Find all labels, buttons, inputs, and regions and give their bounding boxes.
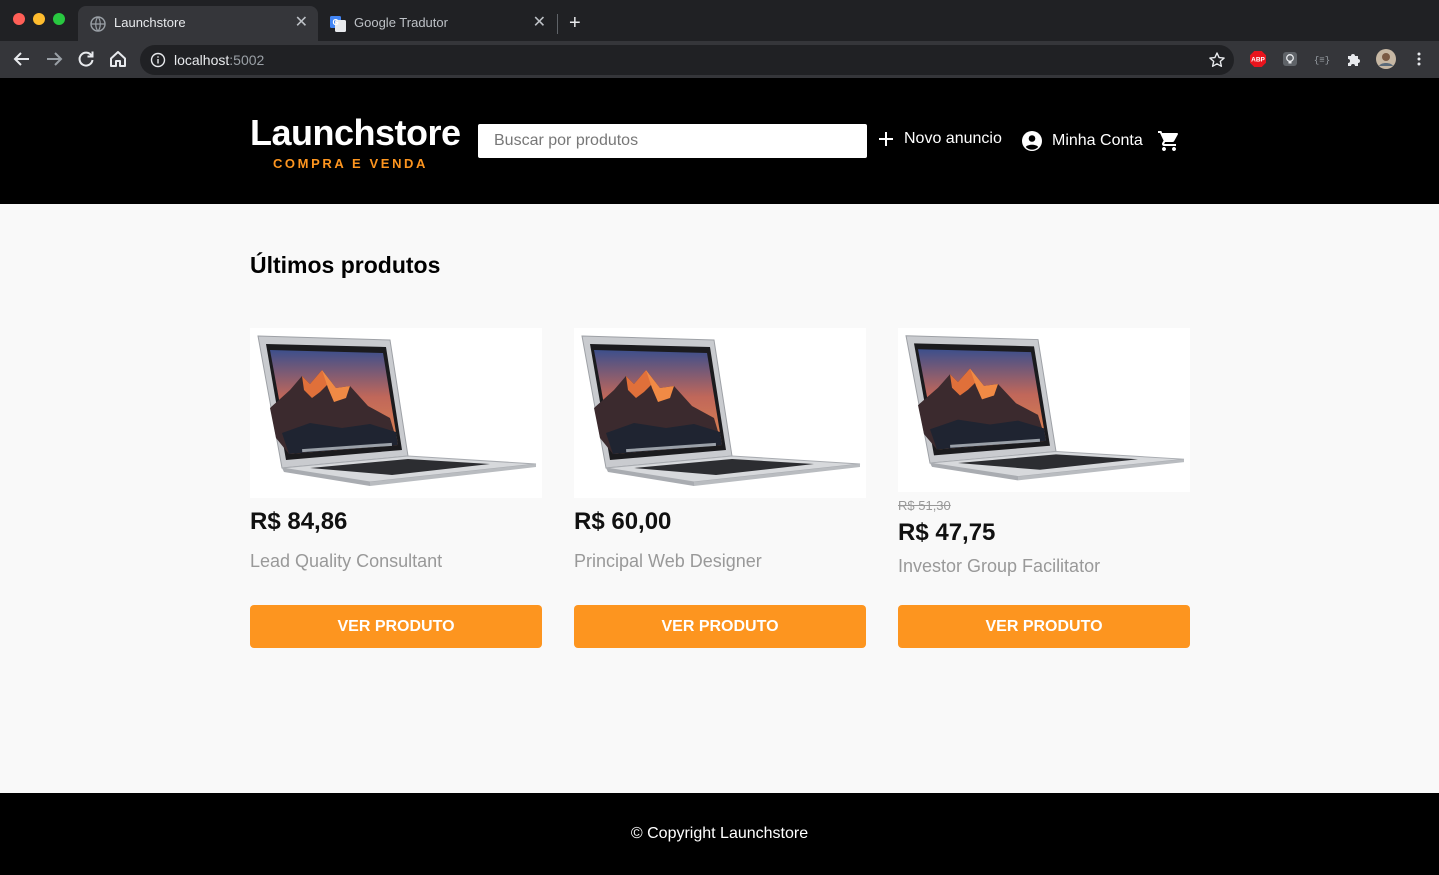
view-product-button[interactable]: Ver produto bbox=[574, 605, 866, 648]
my-account-link[interactable]: Minha Conta bbox=[1021, 130, 1143, 152]
new-ad-link[interactable]: Novo anuncio bbox=[877, 130, 1002, 148]
maximize-window-button[interactable] bbox=[53, 13, 65, 25]
product-name: Investor Group Facilitator bbox=[898, 556, 1101, 576]
view-product-button[interactable]: Ver produto bbox=[250, 605, 542, 648]
logo[interactable]: Launchstore COMPRA E VENDA bbox=[250, 112, 461, 171]
minimize-window-button[interactable] bbox=[33, 13, 45, 25]
google-translate-icon: G bbox=[330, 16, 346, 32]
lightbulb-extension-icon[interactable] bbox=[1281, 50, 1299, 68]
product-card[interactable]: R$ 51,30 R$ 47,75 Investor Group Facilit… bbox=[898, 328, 1190, 577]
site-header: Launchstore COMPRA E VENDA Novo anuncio … bbox=[0, 78, 1439, 204]
product-card[interactable]: R$ 60,00 Principal Web Designer bbox=[574, 328, 866, 572]
shopping-cart-icon[interactable] bbox=[1157, 129, 1181, 153]
tab-close-icon[interactable]: ✕ bbox=[533, 14, 546, 32]
product-name: Principal Web Designer bbox=[574, 551, 762, 571]
logo-title: Launchstore bbox=[250, 112, 461, 153]
profile-avatar[interactable] bbox=[1376, 49, 1396, 69]
account-circle-icon bbox=[1022, 131, 1042, 151]
reload-icon[interactable] bbox=[76, 49, 96, 69]
view-product-button[interactable]: Ver produto bbox=[898, 605, 1190, 648]
back-arrow-icon[interactable] bbox=[12, 49, 32, 69]
bookmark-star-icon[interactable] bbox=[1208, 51, 1226, 69]
logo-subtitle: COMPRA E VENDA bbox=[272, 156, 429, 171]
svg-text:G: G bbox=[333, 18, 339, 27]
product-name: Lead Quality Consultant bbox=[250, 551, 443, 571]
product-image[interactable] bbox=[250, 328, 542, 498]
svg-text:{≡}: {≡} bbox=[1314, 56, 1330, 66]
tab-title: Launchstore bbox=[114, 15, 186, 30]
new-ad-label: Novo anuncio bbox=[904, 130, 1002, 147]
browser-chrome: Launchstore ✕ G Google Tradutor ✕ + loca… bbox=[0, 0, 1439, 78]
json-viewer-icon[interactable]: {≡} bbox=[1313, 50, 1331, 68]
product-price: R$ 84,86 bbox=[250, 508, 348, 535]
tab-strip: Launchstore ✕ G Google Tradutor ✕ + bbox=[0, 0, 1439, 41]
url-port: :5002 bbox=[229, 52, 265, 68]
tab-separator bbox=[557, 14, 558, 34]
info-icon[interactable] bbox=[150, 52, 166, 68]
adblock-plus-icon[interactable]: ABP bbox=[1249, 50, 1267, 68]
forward-arrow-icon[interactable] bbox=[44, 49, 64, 69]
address-bar[interactable]: localhost:5002 bbox=[140, 45, 1234, 75]
section-title: Últimos produtos bbox=[250, 252, 441, 278]
tab-title: Google Tradutor bbox=[354, 15, 448, 30]
tab-close-icon[interactable]: ✕ bbox=[295, 14, 308, 32]
tab-google-tradutor[interactable]: G Google Tradutor ✕ bbox=[318, 6, 556, 41]
site-footer: © Copyright Launchstore bbox=[0, 793, 1439, 875]
product-old-price: R$ 51,30 bbox=[898, 498, 951, 513]
url-text[interactable]: localhost:5002 bbox=[174, 52, 264, 68]
globe-icon bbox=[90, 16, 106, 32]
product-image[interactable] bbox=[898, 328, 1190, 492]
new-tab-icon[interactable]: + bbox=[569, 12, 581, 34]
home-icon[interactable] bbox=[108, 49, 128, 69]
product-price: R$ 47,75 bbox=[898, 519, 996, 546]
puzzle-icon[interactable] bbox=[1345, 50, 1363, 68]
product-image[interactable] bbox=[574, 328, 866, 498]
url-host: localhost bbox=[174, 52, 230, 68]
copyright-text: © Copyright Launchstore bbox=[630, 825, 809, 842]
search-input[interactable] bbox=[478, 124, 867, 158]
plus-icon bbox=[879, 132, 893, 146]
tab-launchstore[interactable]: Launchstore ✕ bbox=[78, 6, 318, 41]
product-card[interactable]: R$ 84,86 Lead Quality Consultant bbox=[250, 328, 542, 572]
browser-toolbar: localhost:5002 ABP {≡} bbox=[0, 41, 1439, 78]
kebab-menu-icon[interactable] bbox=[1410, 50, 1428, 68]
svg-text:ABP: ABP bbox=[1251, 57, 1265, 64]
product-price: R$ 60,00 bbox=[574, 508, 672, 535]
my-account-label: Minha Conta bbox=[1052, 132, 1143, 149]
close-window-button[interactable] bbox=[13, 13, 25, 25]
